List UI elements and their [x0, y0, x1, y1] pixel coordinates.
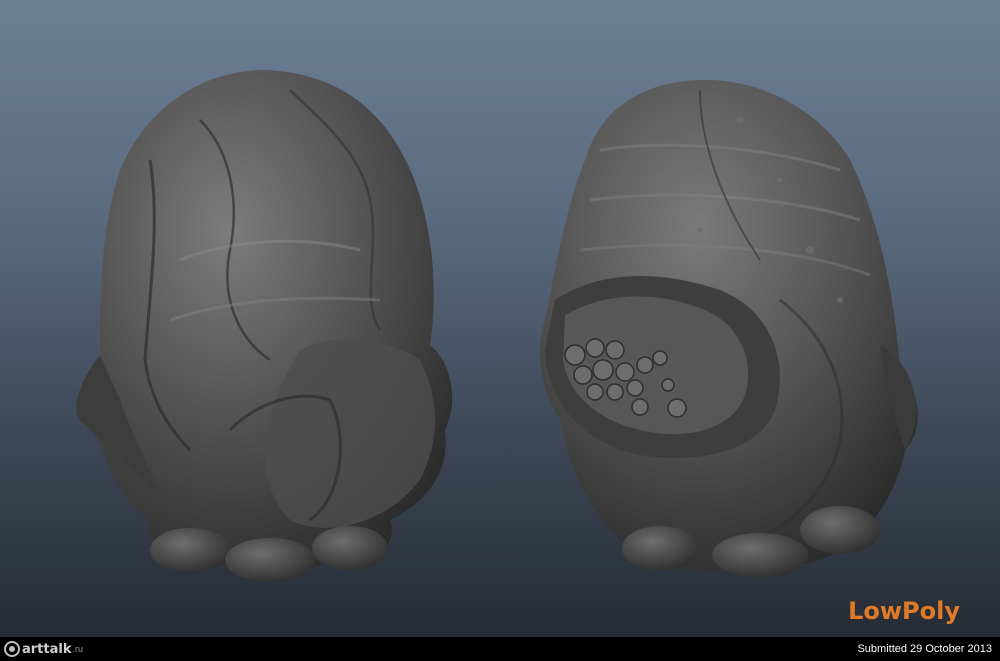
arttalk-logo-icon: [4, 641, 20, 657]
logo-domain: .ru: [72, 644, 84, 654]
sculpt-render: [76, 70, 918, 582]
footer-bar: arttalk .ru Submitted 29 October 2013: [0, 637, 1000, 661]
lowpoly-watermark: LowPoly: [848, 597, 960, 625]
render-viewport: LowPoly: [0, 0, 1000, 637]
creature-head-right: [540, 79, 918, 577]
arttalk-logo[interactable]: arttalk .ru: [4, 639, 83, 659]
creature-head-left: [76, 70, 453, 582]
logo-text: arttalk: [22, 641, 72, 657]
submitted-date: Submitted 29 October 2013: [857, 643, 992, 655]
